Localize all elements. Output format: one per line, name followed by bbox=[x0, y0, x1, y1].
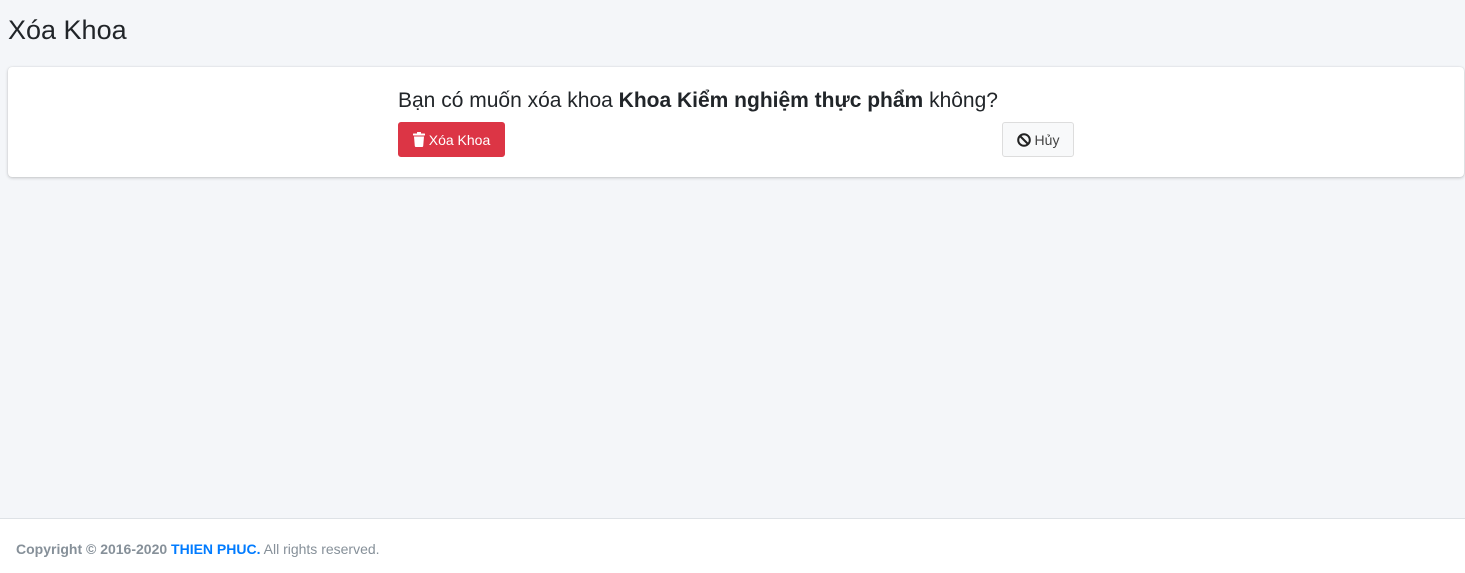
rights-text: All rights reserved. bbox=[260, 541, 380, 557]
page: Xóa Khoa Bạn có muốn xóa khoa Khoa Kiểm … bbox=[0, 0, 1465, 573]
confirm-card: Bạn có muốn xóa khoa Khoa Kiểm nghiệm th… bbox=[8, 67, 1464, 177]
ban-icon bbox=[1016, 132, 1031, 147]
question-prefix: Bạn có muốn xóa khoa bbox=[398, 89, 619, 112]
confirm-question: Bạn có muốn xóa khoa Khoa Kiểm nghiệm th… bbox=[398, 87, 998, 115]
footer: Copyright © 2016-2020 THIEN PHUC. All ri… bbox=[0, 518, 1465, 573]
question-suffix: không? bbox=[923, 89, 998, 112]
cancel-button[interactable]: Hủy bbox=[1002, 122, 1074, 157]
delete-button-label: Xóa Khoa bbox=[428, 131, 491, 148]
department-name: Khoa Kiểm nghiệm thực phẩm bbox=[618, 89, 924, 112]
cancel-button-label: Hủy bbox=[1034, 131, 1060, 148]
delete-department-button[interactable]: Xóa Khoa bbox=[398, 122, 505, 157]
trash-icon bbox=[412, 132, 425, 147]
copyright-text: Copyright © 2016-2020 bbox=[16, 541, 172, 557]
company-link[interactable]: THIEN PHUC. bbox=[171, 541, 260, 557]
page-title: Xóa Khoa bbox=[8, 15, 127, 45]
